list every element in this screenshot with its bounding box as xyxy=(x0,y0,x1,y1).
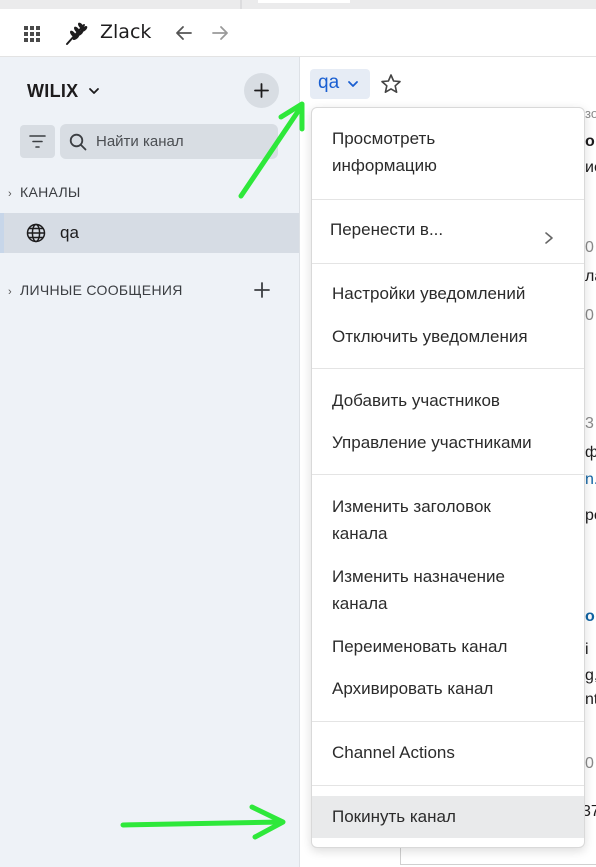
menu-item-label: Просмотреть xyxy=(332,129,436,148)
add-dm-icon[interactable] xyxy=(253,281,271,299)
menu-item-label: Добавить участников xyxy=(332,391,500,410)
menu-item-notification-settings[interactable]: Настройки уведомлений xyxy=(312,280,584,307)
menu-divider xyxy=(312,199,584,200)
menu-item-label: Архивировать канал xyxy=(332,679,494,698)
sidebar-item-qa[interactable]: qa xyxy=(0,213,299,253)
back-arrow-icon[interactable] xyxy=(175,24,193,42)
message-fragment: n.l xyxy=(585,471,596,488)
message-fragment: 0 xyxy=(585,307,594,324)
menu-divider xyxy=(312,474,584,475)
apps-grid-icon[interactable] xyxy=(24,26,40,42)
sidebar-item-label: qa xyxy=(60,223,79,242)
filter-button[interactable] xyxy=(20,125,55,158)
message-fragment: фе xyxy=(585,444,596,461)
menu-divider xyxy=(312,785,584,786)
menu-item-label: Перенести в... xyxy=(330,220,444,239)
message-fragment: ис xyxy=(585,159,596,176)
star-icon[interactable] xyxy=(380,73,402,95)
menu-divider xyxy=(312,368,584,369)
message-fragment: i xyxy=(585,641,589,658)
workspace-name[interactable]: WILIX xyxy=(27,81,79,102)
globe-icon xyxy=(26,223,46,243)
menu-item-edit-header[interactable]: Изменить заголовок канала xyxy=(312,493,584,547)
message-fragment: g, xyxy=(585,667,596,684)
app-name: Zlack xyxy=(100,21,152,43)
chevron-right-icon: › xyxy=(8,188,12,200)
chevron-down-icon[interactable] xyxy=(88,86,100,96)
menu-divider xyxy=(312,721,584,722)
menu-item-channel-actions[interactable]: Channel Actions xyxy=(312,739,584,766)
chevron-right-icon xyxy=(545,232,553,244)
menu-item-label: Управление участниками xyxy=(332,433,532,452)
wheat-logo-icon xyxy=(66,22,88,45)
menu-item-label: Покинуть канал xyxy=(332,807,456,826)
message-fragment: 0 xyxy=(585,239,594,256)
channel-search xyxy=(60,124,278,159)
dm-header-label: ЛИЧНЫЕ СООБЩЕНИЯ xyxy=(20,282,183,298)
menu-item-manage-members[interactable]: Управление участниками xyxy=(312,429,584,456)
sidebar: WILIX ›КАНАЛЫ qa ›ЛИЧН xyxy=(0,57,300,867)
menu-item-label: канала xyxy=(332,594,388,613)
selected-accent xyxy=(0,213,4,253)
channel-name-button[interactable]: qa xyxy=(310,69,370,99)
search-input[interactable] xyxy=(96,124,272,159)
channel-context-menu: Просмотреть информацию Перенести в... На… xyxy=(311,107,585,848)
message-fragment: 0 xyxy=(585,755,594,772)
menu-item-leave-channel[interactable]: Покинуть канал xyxy=(312,796,584,838)
channels-section-header[interactable]: › КАНАЛЫ xyxy=(8,184,81,200)
menu-item-label: информацию xyxy=(332,156,437,175)
tab-separator xyxy=(240,0,242,9)
filter-icon xyxy=(29,135,46,148)
browser-tab-strip xyxy=(0,0,596,9)
app-header: Zlack xyxy=(0,9,596,57)
menu-item-label: Изменить заголовок xyxy=(332,497,491,516)
menu-item-label: Настройки уведомлений xyxy=(332,284,526,303)
message-fragment: ла xyxy=(585,268,596,285)
dm-section-header[interactable]: › ЛИЧНЫЕ СООБЩЕНИЯ xyxy=(8,282,183,298)
menu-divider xyxy=(312,263,584,264)
search-icon xyxy=(69,133,87,151)
channels-header-label: КАНАЛЫ xyxy=(20,184,81,200)
menu-item-mute[interactable]: Отключить уведомления xyxy=(312,323,584,350)
message-fragment: ре xyxy=(585,507,596,524)
plus-icon xyxy=(254,83,269,98)
message-fragment: 3 xyxy=(585,415,594,432)
menu-item-label: Отключить уведомления xyxy=(332,327,528,346)
menu-item-label: Channel Actions xyxy=(332,743,455,762)
menu-item-archive[interactable]: Архивировать канал xyxy=(312,675,584,702)
message-fragment: nt xyxy=(585,691,596,708)
message-fragment: о V xyxy=(585,608,596,625)
chevron-down-icon xyxy=(348,81,358,87)
chevron-right-icon: › xyxy=(8,286,12,298)
menu-item-label: Изменить назначение xyxy=(332,567,505,586)
menu-item-label: Переименовать канал xyxy=(332,637,508,656)
channel-title: qa xyxy=(318,72,340,93)
menu-item-view-info[interactable]: Просмотреть информацию xyxy=(312,125,584,179)
menu-item-rename[interactable]: Переименовать канал xyxy=(312,633,584,660)
message-fragment: зо xyxy=(585,106,596,121)
menu-item-edit-purpose[interactable]: Изменить назначение канала xyxy=(312,563,584,617)
menu-item-label: канала xyxy=(332,524,388,543)
active-tab-edge xyxy=(258,0,350,3)
menu-item-add-members[interactable]: Добавить участников xyxy=(312,387,584,414)
message-fragment: о xyxy=(585,133,595,150)
forward-arrow-icon[interactable] xyxy=(211,24,229,42)
add-button[interactable] xyxy=(244,73,279,108)
